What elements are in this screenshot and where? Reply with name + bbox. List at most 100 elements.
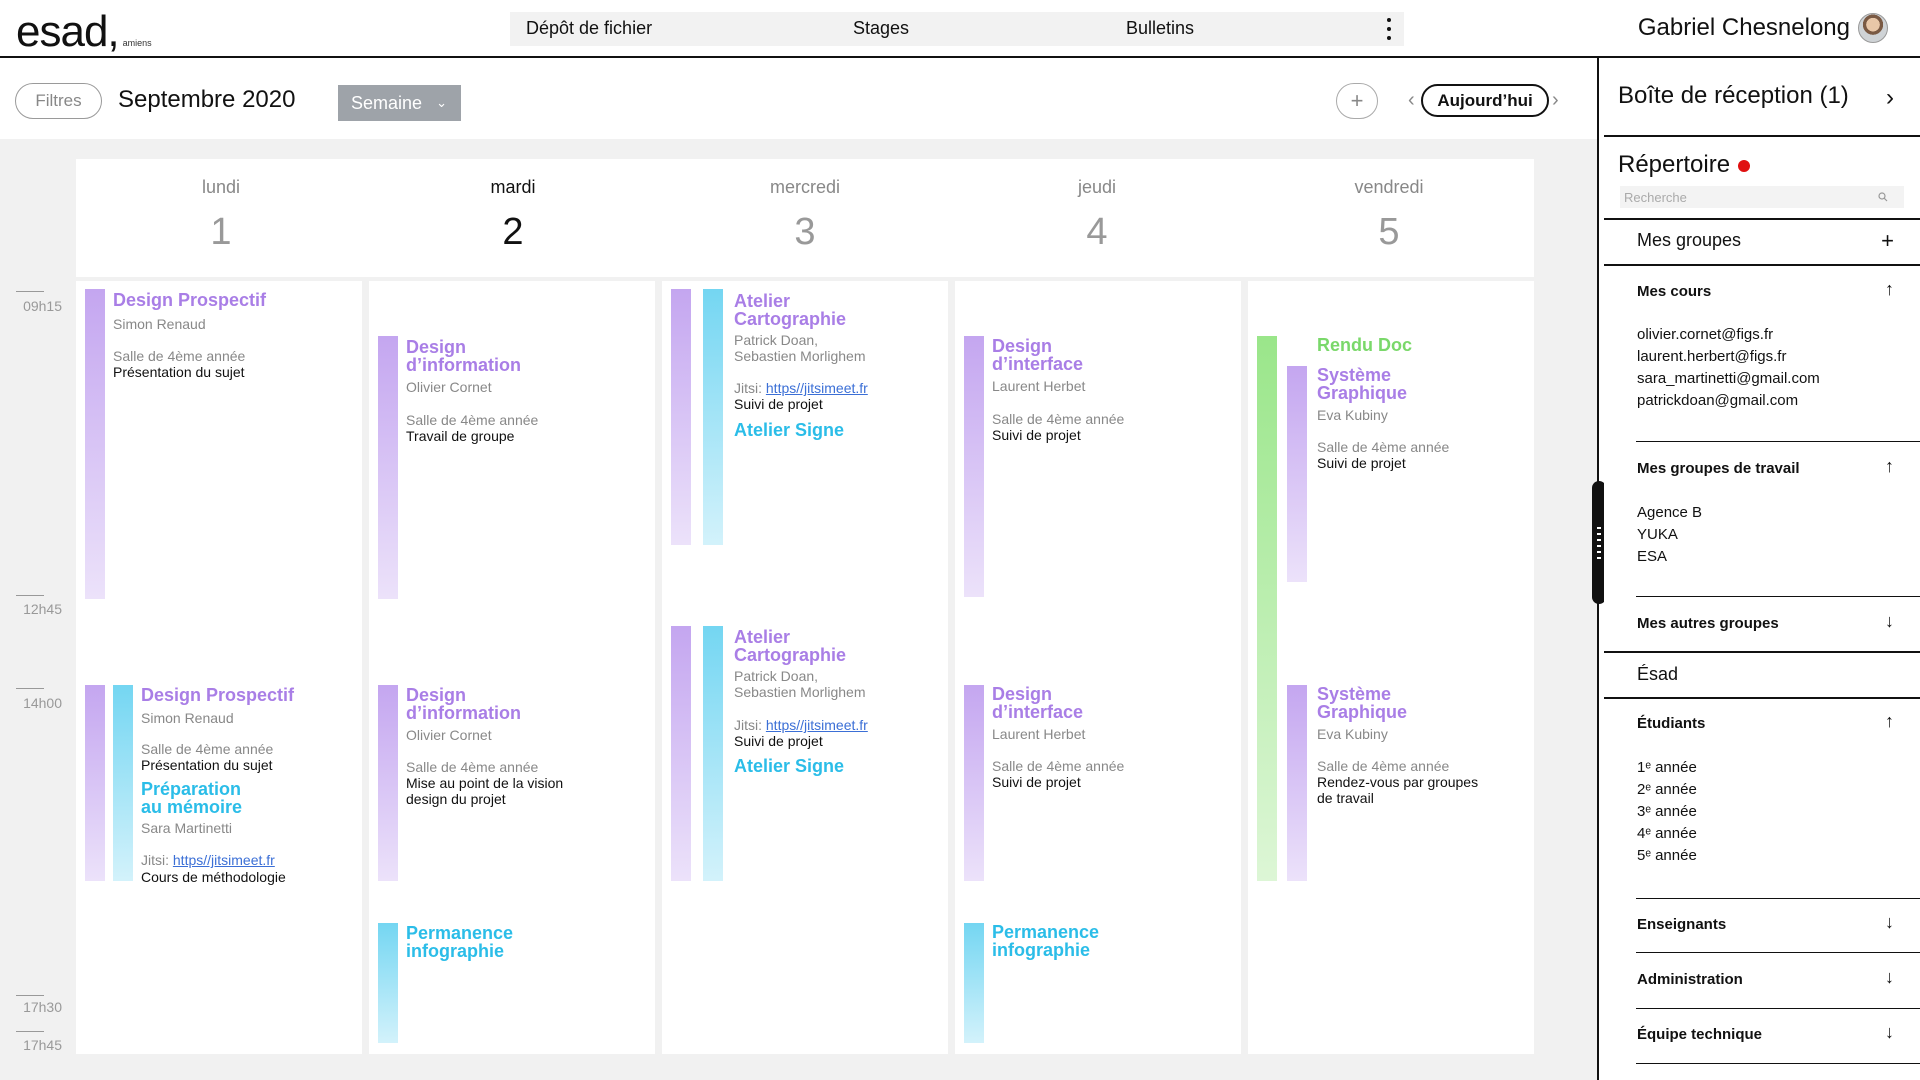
day-column-friday[interactable]: Rendu Doc Système Graphique Eva Kubiny S… [1248,281,1534,1054]
arrow-up-icon[interactable]: ↑ [1885,711,1894,732]
plus-icon[interactable]: + [1881,228,1894,254]
event-bar[interactable] [378,336,398,599]
event-title[interactable]: Système [1317,366,1391,384]
event-title[interactable]: infographie [992,941,1090,959]
next-week-button[interactable]: › [1552,90,1559,110]
event-title[interactable]: Atelier [734,292,790,310]
my-groups-header[interactable]: Mes groupes [1637,230,1741,251]
add-event-button[interactable]: + [1336,83,1378,119]
event-title[interactable]: d’interface [992,703,1083,721]
event-bar[interactable] [1257,336,1277,881]
event-bar[interactable] [964,923,984,1043]
course-email[interactable]: olivier.cornet@figs.fr [1637,324,1773,346]
day-head-tuesday[interactable]: mardi 2 [368,159,658,277]
teachers-header[interactable]: Enseignants [1637,916,1726,933]
course-email[interactable]: sara_martinetti@gmail.com [1637,368,1820,390]
work-group-item[interactable]: ESA [1637,546,1667,568]
event-bar[interactable] [378,923,398,1043]
event-title[interactable]: Atelier Signe [734,421,844,439]
arrow-down-icon[interactable]: ↓ [1885,611,1894,632]
filters-button[interactable]: Filtres [15,83,102,119]
my-courses-header[interactable]: Mes cours [1637,283,1711,300]
event-title[interactable]: Design [992,685,1052,703]
event-title[interactable]: Design Prospectif [113,291,266,309]
event-title[interactable]: Atelier [734,628,790,646]
user-name[interactable]: Gabriel Chesnelong [1638,14,1850,42]
event-bar[interactable] [113,685,133,881]
event-bar[interactable] [964,336,984,597]
administration-header[interactable]: Administration [1637,971,1743,988]
event-title[interactable]: Atelier Signe [734,757,844,775]
event-title[interactable]: Design Prospectif [141,686,294,704]
event-bar[interactable] [964,685,984,881]
search-input[interactable] [1620,186,1904,208]
event-title[interactable]: Rendu Doc [1317,336,1412,354]
event-bar[interactable] [1287,685,1307,881]
event-title[interactable]: Graphique [1317,703,1407,721]
nav-depot-fichier[interactable]: Dépôt de fichier [526,18,652,39]
event-title[interactable]: Design [406,686,466,704]
event-bar[interactable] [703,289,723,545]
jitsi-link[interactable]: https//jitsimeet.fr [173,852,275,868]
event-bar[interactable] [85,289,105,599]
event-bar[interactable] [378,685,398,881]
event-title[interactable]: d’information [406,356,521,374]
chevron-right-icon[interactable]: › [1886,84,1894,112]
day-head-thursday[interactable]: jeudi 4 [952,159,1242,277]
other-groups-header[interactable]: Mes autres groupes [1637,615,1779,632]
day-column-wednesday[interactable]: Atelier Cartographie Patrick Doan, Sebas… [662,281,948,1054]
search-icon[interactable] [1878,192,1888,202]
event-bar[interactable] [85,685,105,881]
day-head-friday[interactable]: vendredi 5 [1244,159,1534,277]
event-title[interactable]: Permanence [992,923,1099,941]
arrow-down-icon[interactable]: ↓ [1885,912,1894,933]
day-head-monday[interactable]: lundi 1 [76,159,366,277]
year-item[interactable]: 4ᵉ année [1637,823,1697,845]
tech-team-header[interactable]: Équipe technique [1637,1026,1762,1043]
day-head-wednesday[interactable]: mercredi 3 [660,159,950,277]
day-column-thursday[interactable]: Design d’interface Laurent Herbet Salle … [955,281,1241,1054]
work-group-item[interactable]: Agence B [1637,502,1702,524]
course-email[interactable]: laurent.herbert@figs.fr [1637,346,1786,368]
event-title[interactable]: d’information [406,704,521,722]
esad-header[interactable]: Ésad [1637,664,1678,685]
view-select[interactable]: Semaine ⌄ [338,85,461,121]
year-item[interactable]: 3ᵉ année [1637,801,1697,823]
students-header[interactable]: Étudiants [1637,715,1705,732]
nav-bulletins[interactable]: Bulletins [1126,18,1194,39]
event-bar[interactable] [703,626,723,881]
arrow-down-icon[interactable]: ↓ [1885,967,1894,988]
event-bar[interactable] [671,626,691,881]
event-title[interactable]: Cartographie [734,646,846,664]
event-title[interactable]: Design [992,337,1052,355]
year-item[interactable]: 2ᵉ année [1637,779,1697,801]
event-title[interactable]: Design [406,338,466,356]
avatar[interactable] [1858,13,1888,43]
kebab-menu-icon[interactable] [1386,18,1392,40]
day-column-monday[interactable]: Design Prospectif Simon Renaud Salle de … [76,281,362,1054]
inbox-link[interactable]: Boîte de réception (1) [1618,82,1849,110]
arrow-up-icon[interactable]: ↑ [1885,279,1894,300]
event-title[interactable]: Permanence [406,924,513,942]
jitsi-link[interactable]: https//jitsimeet.fr [766,380,868,396]
event-title[interactable]: Graphique [1317,384,1407,402]
work-groups-header[interactable]: Mes groupes de travail [1637,460,1800,477]
event-title[interactable]: infographie [406,942,504,960]
event-title[interactable]: Système [1317,685,1391,703]
esad-logo[interactable]: esad, amiens [16,6,152,54]
prev-week-button[interactable]: ‹ [1408,90,1415,110]
event-bar[interactable] [1287,366,1307,582]
event-bar[interactable] [671,289,691,545]
event-title[interactable]: Cartographie [734,310,846,328]
work-group-item[interactable]: YUKA [1637,524,1678,546]
event-title[interactable]: d’interface [992,355,1083,373]
today-button[interactable]: Aujourd’hui [1421,84,1549,117]
jitsi-link[interactable]: https//jitsimeet.fr [766,717,868,733]
arrow-up-icon[interactable]: ↑ [1885,456,1894,477]
nav-stages[interactable]: Stages [853,18,909,39]
arrow-down-icon[interactable]: ↓ [1885,1022,1894,1043]
event-title[interactable]: au mémoire [141,798,242,816]
event-title[interactable]: Préparation [141,780,241,798]
year-item[interactable]: 1ᵉ année [1637,757,1697,779]
year-item[interactable]: 5ᵉ année [1637,845,1697,867]
